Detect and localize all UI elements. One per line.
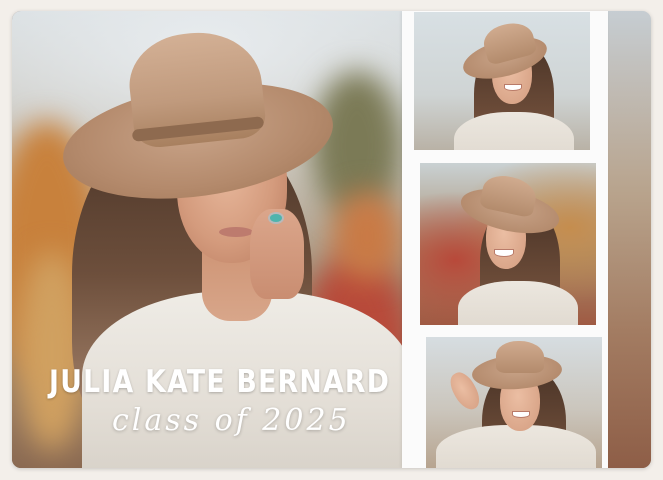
strip-smile xyxy=(494,249,514,257)
right-edge-foliage xyxy=(608,11,651,468)
announcement-card: JULIA KATE BERNARD class of 2025 xyxy=(12,11,651,468)
turquoise-ring xyxy=(268,212,284,224)
strip-body xyxy=(458,281,578,325)
photo-strip xyxy=(402,11,608,468)
lips xyxy=(219,227,253,237)
strip-body xyxy=(436,425,596,468)
autumn-foliage xyxy=(332,191,402,281)
strip-hat-crown xyxy=(496,341,544,373)
strip-smile xyxy=(512,411,530,418)
strip-photo-3 xyxy=(426,337,602,468)
class-year-script: class of 2025 xyxy=(112,403,351,438)
strip-photo-2 xyxy=(420,163,596,325)
strip-smile xyxy=(504,84,522,91)
graduate-name: JULIA KATE BERNARD xyxy=(49,364,391,400)
strip-photo-1 xyxy=(414,12,590,150)
